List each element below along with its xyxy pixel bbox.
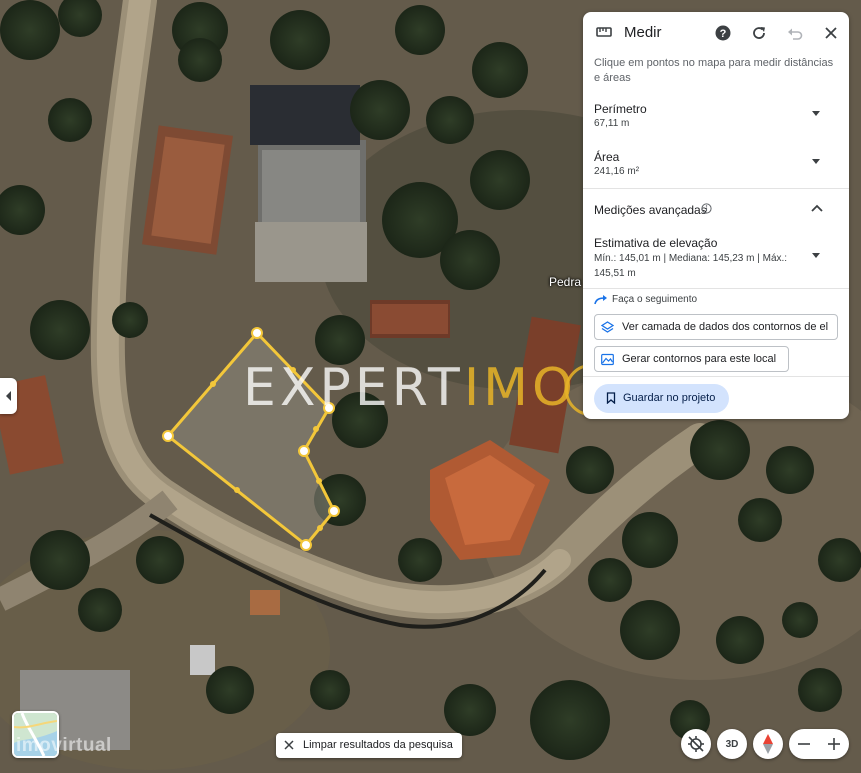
- close-icon: [284, 740, 294, 750]
- zoom-controls: [789, 729, 849, 759]
- close-icon: [825, 27, 837, 39]
- advanced-measurements-label: Medições avançadas: [594, 203, 707, 217]
- save-to-project-button[interactable]: Guardar no projeto: [594, 384, 729, 413]
- chevron-down-icon: [812, 159, 820, 164]
- divider: [583, 188, 849, 189]
- toggle-3d-button[interactable]: 3D: [717, 729, 747, 759]
- panel-header: Medir ?: [583, 12, 849, 54]
- location-off-icon: [688, 736, 704, 752]
- info-icon[interactable]: [701, 203, 712, 214]
- elevation-value: Mín.: 145,01 m | Mediana: 145,23 m | Máx…: [594, 253, 788, 279]
- chevron-down-icon: [812, 111, 820, 116]
- generate-contours-button[interactable]: Gerar contornos para este local: [594, 346, 789, 372]
- area-label: Área: [594, 150, 620, 164]
- place-label[interactable]: Pedra: [549, 275, 581, 289]
- save-to-project-label: Guardar no projeto: [623, 392, 716, 404]
- bookmark-icon: [606, 392, 616, 404]
- area-value: 241,16 m²: [594, 166, 640, 177]
- collapse-side-panel-button[interactable]: [0, 378, 17, 414]
- compass-icon: [763, 734, 773, 754]
- help-button[interactable]: ?: [713, 23, 733, 43]
- watermark-main: EXPERT: [243, 358, 464, 418]
- layers-icon: [601, 321, 614, 333]
- chevron-up-icon: [811, 204, 823, 212]
- toggle-3d-label: 3D: [725, 738, 739, 750]
- refresh-icon: [753, 27, 765, 39]
- ruler-icon: [596, 27, 612, 37]
- zoom-out-icon[interactable]: [797, 737, 811, 751]
- corner-watermark: imovirtual: [16, 735, 112, 756]
- perimeter-label: Perímetro: [594, 102, 647, 116]
- elevation-label: Estimativa de elevação: [594, 236, 718, 250]
- instructions-text: Clique em pontos no mapa para medir dist…: [594, 57, 834, 84]
- clear-search-results-button[interactable]: Limpar resultados da pesquisa: [276, 733, 462, 758]
- svg-text:?: ?: [720, 28, 727, 40]
- contours-layer-button[interactable]: Ver camada de dados dos contornos de el: [594, 314, 838, 340]
- compass-button[interactable]: [753, 729, 783, 759]
- contours-layer-label: Ver camada de dados dos contornos de el: [622, 321, 829, 333]
- chevron-left-icon: [5, 391, 11, 401]
- follow-arrow-icon: [594, 295, 607, 305]
- help-icon: ?: [715, 25, 731, 41]
- divider: [583, 288, 849, 289]
- undo-icon: [788, 28, 803, 40]
- follow-label: Faça o seguimento: [612, 294, 698, 305]
- close-button[interactable]: [821, 23, 841, 43]
- undo-button[interactable]: [785, 23, 805, 43]
- area-row[interactable]: Área 241,16 m²: [583, 150, 849, 186]
- elevation-estimate-row[interactable]: Estimativa de elevação Mín.: 145,01 m | …: [583, 236, 849, 284]
- terrain-icon: [601, 353, 614, 366]
- refresh-button[interactable]: [749, 23, 769, 43]
- perimeter-value: 67,11 m: [594, 118, 630, 129]
- divider: [583, 376, 849, 377]
- my-location-button[interactable]: [681, 729, 711, 759]
- watermark-accent: IMO: [463, 358, 577, 418]
- panel-title: Medir: [624, 24, 662, 41]
- clear-search-results-label: Limpar resultados da pesquisa: [303, 739, 453, 751]
- zoom-in-icon[interactable]: [827, 737, 841, 751]
- chevron-down-icon: [812, 253, 820, 258]
- watermark-logo: EXPERTIMO: [243, 360, 577, 416]
- measure-panel: Medir ? Clique em pontos no mapa para me…: [583, 12, 849, 419]
- advanced-measurements-toggle[interactable]: Medições avançadas: [583, 200, 849, 224]
- perimeter-row[interactable]: Perímetro 67,11 m: [583, 102, 849, 138]
- generate-contours-label: Gerar contornos para este local: [622, 353, 777, 365]
